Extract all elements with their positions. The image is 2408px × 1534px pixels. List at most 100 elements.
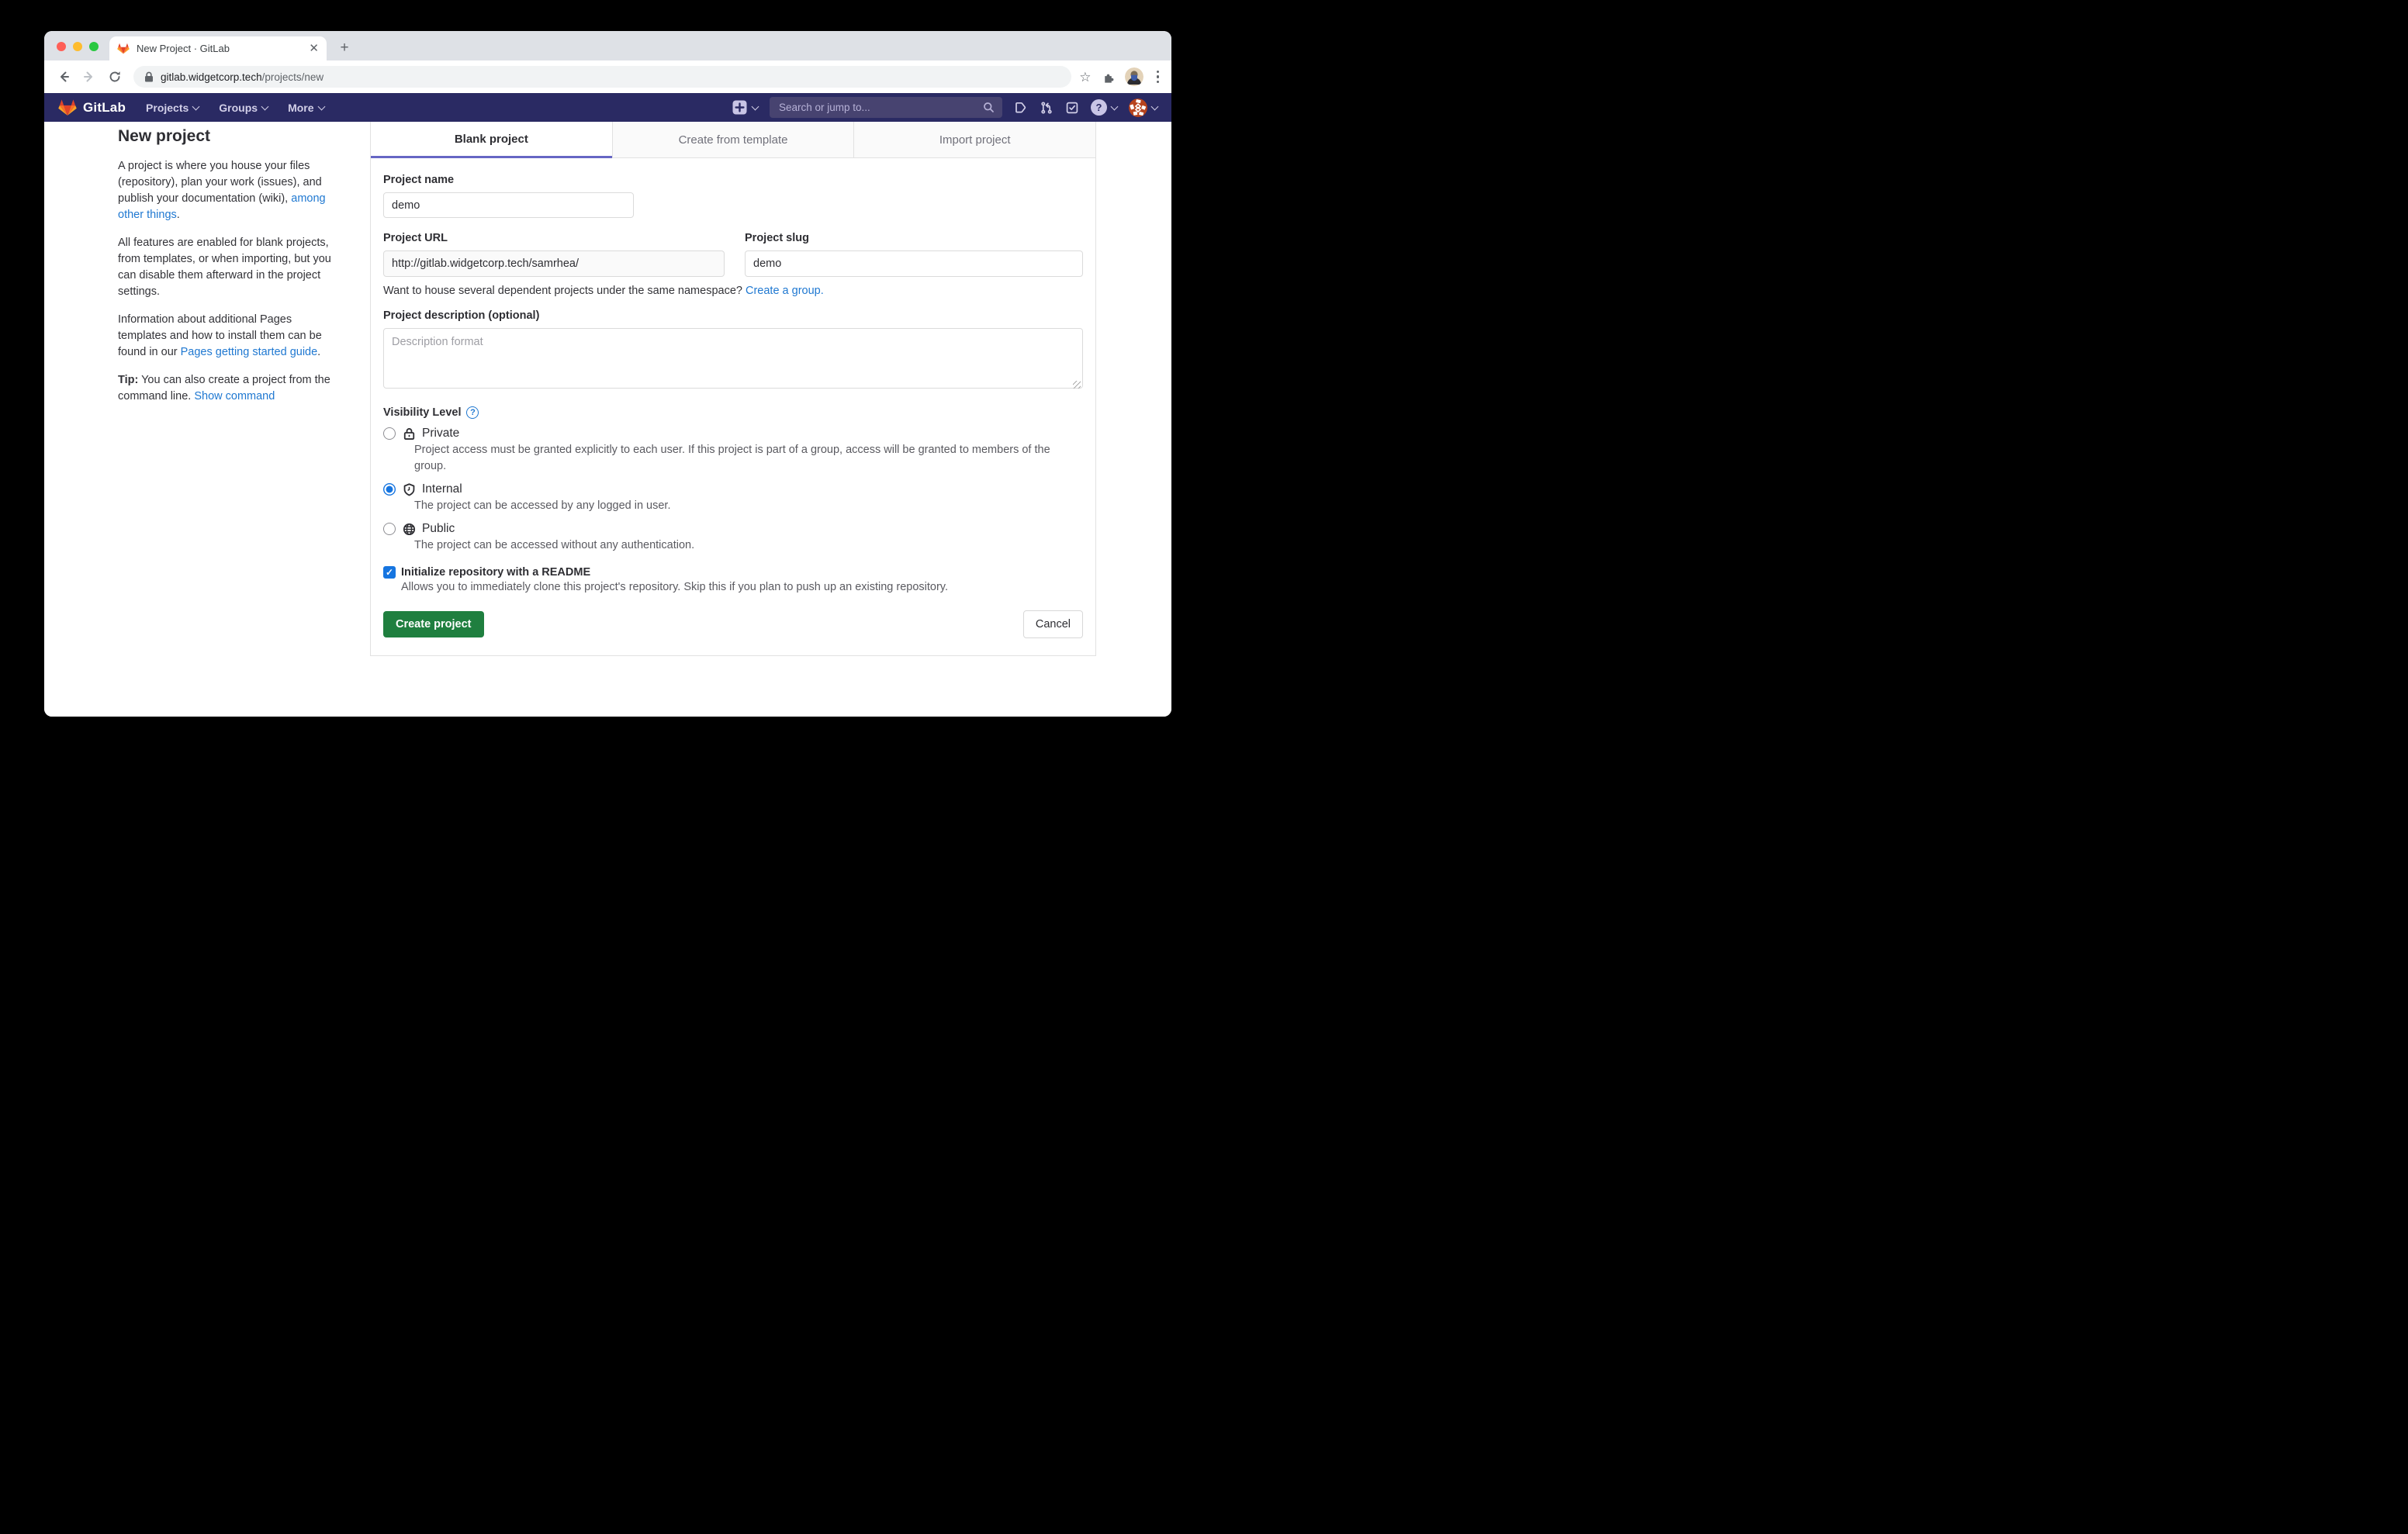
project-slug-input[interactable]: [745, 250, 1083, 277]
todos-icon[interactable]: [1065, 101, 1079, 115]
tab-blank-project[interactable]: Blank project: [371, 122, 612, 158]
namespace-hint: Want to house several dependent projects…: [383, 285, 1083, 297]
nav-more[interactable]: More: [288, 102, 323, 114]
visibility-help-icon[interactable]: ?: [466, 406, 479, 419]
tab-import-project[interactable]: Import project: [853, 122, 1095, 158]
url-domain: gitlab.widgetcorp.tech: [161, 71, 262, 83]
browser-menu-icon[interactable]: [1154, 71, 1163, 84]
gitlab-brand[interactable]: GitLab: [58, 98, 126, 116]
project-description-textarea[interactable]: [383, 328, 1083, 389]
browser-profile-avatar[interactable]: [1125, 67, 1143, 86]
lock-icon: [144, 71, 154, 82]
gitlab-navbar: GitLab Projects Groups More: [44, 93, 1171, 122]
sidebar-paragraph: Information about additional Pages templ…: [118, 312, 342, 361]
minimize-window-button[interactable]: [73, 42, 82, 51]
back-button[interactable]: [54, 67, 74, 87]
bookmark-star-icon[interactable]: ☆: [1079, 71, 1091, 84]
tab-title: New Project · GitLab: [137, 43, 309, 54]
user-avatar: [1129, 98, 1147, 117]
public-option-description: The project can be accessed without any …: [414, 537, 1070, 554]
private-option-label[interactable]: Private: [422, 427, 459, 441]
project-description-label: Project description (optional): [383, 309, 1083, 322]
visibility-option-private: Private Project access must be granted e…: [383, 427, 1083, 475]
gitlab-logo-icon: [58, 98, 77, 116]
sidebar-tip: Tip: You can also create a project from …: [118, 372, 342, 405]
toolbar-icons: ☆: [1079, 67, 1162, 86]
gitlab-wordmark: GitLab: [83, 100, 126, 116]
browser-tab-strip: New Project · GitLab ✕ +: [44, 31, 1171, 60]
readme-description: Allows you to immediately clone this pro…: [401, 581, 1083, 593]
merge-requests-icon[interactable]: [1040, 101, 1054, 115]
tab-create-from-template[interactable]: Create from template: [612, 122, 854, 158]
extensions-puzzle-icon[interactable]: [1102, 71, 1115, 84]
internal-option-label[interactable]: Internal: [422, 482, 462, 496]
address-bar[interactable]: gitlab.widgetcorp.tech/projects/new: [133, 66, 1071, 88]
tab-close-icon[interactable]: ✕: [309, 43, 319, 54]
issues-icon[interactable]: [1014, 101, 1028, 115]
show-command-link[interactable]: Show command: [194, 390, 275, 403]
chevron-down-icon: [192, 102, 200, 110]
project-name-label: Project name: [383, 174, 1083, 186]
internal-radio[interactable]: [383, 483, 396, 496]
gitlab-navbar-right: ?: [732, 97, 1157, 118]
public-radio[interactable]: [383, 523, 396, 535]
private-radio[interactable]: [383, 427, 396, 440]
search-icon: [983, 102, 995, 113]
pages-guide-link[interactable]: Pages getting started guide: [181, 346, 318, 358]
chevron-down-icon: [1111, 102, 1119, 110]
cancel-button[interactable]: Cancel: [1023, 610, 1083, 638]
chevron-down-icon: [317, 102, 325, 110]
visibility-option-public: Public The project can be accessed witho…: [383, 522, 1083, 554]
screenshot-stage: New Project · GitLab ✕ + gitlab.widgetco…: [0, 0, 1216, 775]
lock-icon: [403, 427, 416, 441]
user-menu-button[interactable]: [1129, 98, 1157, 117]
shield-icon: [403, 483, 416, 496]
gitlab-nav-menu: Projects Groups More: [146, 102, 323, 114]
nav-projects[interactable]: Projects: [146, 102, 199, 114]
nav-groups[interactable]: Groups: [219, 102, 268, 114]
globe-icon: [403, 523, 416, 536]
browser-toolbar: gitlab.widgetcorp.tech/projects/new ☆: [44, 60, 1171, 93]
resize-grip-icon[interactable]: [1073, 381, 1081, 389]
close-window-button[interactable]: [57, 42, 66, 51]
chevron-down-icon: [261, 102, 269, 110]
new-project-sidebar: New project A project is where you house…: [118, 127, 342, 416]
blank-project-form: Project name Project URL Project slug Wa…: [371, 158, 1095, 638]
global-search[interactable]: [770, 97, 1002, 118]
browser-window: New Project · GitLab ✕ + gitlab.widgetco…: [44, 31, 1171, 717]
sidebar-paragraph: A project is where you house your files …: [118, 158, 342, 223]
new-tab-button[interactable]: +: [334, 38, 355, 58]
chevron-down-icon: [1151, 102, 1159, 110]
reload-button[interactable]: [105, 67, 125, 87]
private-option-description: Project access must be granted explicitl…: [414, 442, 1070, 475]
sidebar-paragraph: All features are enabled for blank proje…: [118, 235, 342, 300]
gitlab-favicon: [117, 43, 130, 54]
internal-option-description: The project can be accessed by any logge…: [414, 498, 1070, 514]
page-content: New project A project is where you house…: [44, 122, 1171, 717]
readme-label[interactable]: Initialize repository with a README: [401, 566, 590, 579]
create-group-link[interactable]: Create a group.: [746, 285, 824, 297]
public-option-label[interactable]: Public: [422, 522, 455, 536]
visibility-option-internal: Internal The project can be accessed by …: [383, 482, 1083, 514]
project-url-label: Project URL: [383, 232, 725, 244]
readme-checkbox[interactable]: [383, 566, 396, 579]
help-menu-button[interactable]: ?: [1091, 99, 1117, 116]
browser-tab[interactable]: New Project · GitLab ✕: [109, 36, 327, 60]
new-project-panel: Blank project Create from template Impor…: [370, 122, 1096, 656]
macos-traffic-lights: [57, 42, 99, 51]
visibility-level-label: Visibility Level: [383, 406, 461, 419]
create-project-button[interactable]: Create project: [383, 611, 484, 637]
project-slug-label: Project slug: [745, 232, 1083, 244]
url-path: /projects/new: [262, 71, 324, 83]
search-input[interactable]: [777, 101, 983, 114]
help-icon: ?: [1091, 99, 1107, 116]
zoom-window-button[interactable]: [89, 42, 99, 51]
project-type-tabs: Blank project Create from template Impor…: [371, 122, 1095, 158]
page-title: New project: [118, 127, 342, 146]
chevron-down-icon: [752, 102, 759, 110]
forward-button[interactable]: [79, 67, 99, 87]
plus-square-icon: [732, 100, 747, 115]
new-menu-button[interactable]: [732, 100, 758, 115]
project-url-input[interactable]: [383, 250, 725, 277]
project-name-input[interactable]: [383, 192, 634, 218]
